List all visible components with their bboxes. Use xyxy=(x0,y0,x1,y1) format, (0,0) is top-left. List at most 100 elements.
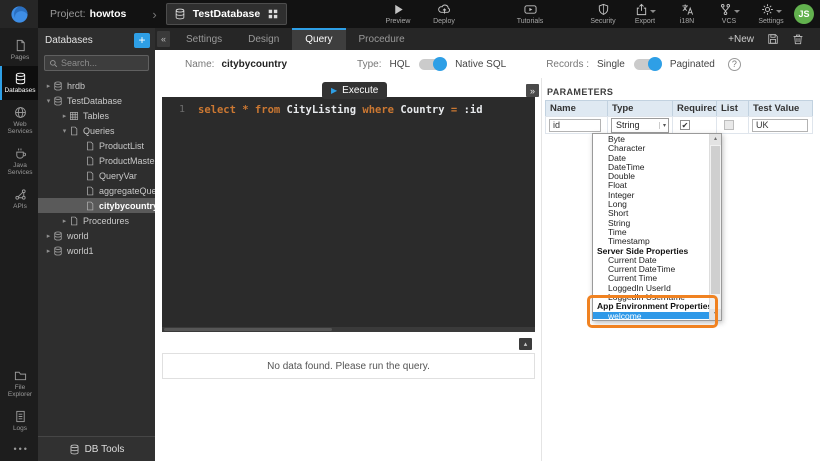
param-type-value: String xyxy=(616,120,640,130)
rail-spacer xyxy=(0,215,38,362)
type-label: Type: xyxy=(357,59,381,70)
sql-editor[interactable]: 1 select * from CityListing where Countr… xyxy=(162,97,535,332)
expand-arrow-icon[interactable]: ▸ xyxy=(44,232,53,240)
page-icon xyxy=(14,39,27,52)
chevron-down-icon xyxy=(734,10,740,13)
tree-item-hrdb[interactable]: ▸ hrdb xyxy=(38,78,155,93)
export-button[interactable]: Export xyxy=(628,3,662,25)
database-icon xyxy=(53,81,63,91)
sidebar-item-databases[interactable]: Databases xyxy=(0,66,38,99)
tree-item-queryvar[interactable]: QueryVar xyxy=(38,168,155,183)
tree-item-citybycountry[interactable]: citybycountry xyxy=(38,198,155,213)
db-tools-button[interactable]: DB Tools xyxy=(38,436,155,461)
scroll-up-icon[interactable]: ▴ xyxy=(710,134,721,145)
tree-item-productmasterlist[interactable]: ProductMasterList xyxy=(38,153,155,168)
query-toolbar: Name: citybycountry Type: HQL Native SQL… xyxy=(155,50,820,78)
project-name: howtos xyxy=(90,8,127,20)
tree-item-aggregatequery[interactable]: aggregateQuery xyxy=(38,183,155,198)
sql-token-keyword: from xyxy=(255,104,287,116)
document-icon xyxy=(14,410,27,423)
collapse-panel-icon[interactable]: « xyxy=(157,31,170,47)
execute-play-icon: ▶ xyxy=(331,86,337,95)
select-arrow-icon: ▾ xyxy=(659,122,666,129)
tree-item-tables[interactable]: ▸Tables xyxy=(38,108,155,123)
dropdown-scrollbar[interactable]: ▴ ▾ xyxy=(709,134,721,320)
database-selector-tab[interactable]: TestDatabase xyxy=(166,3,288,25)
param-name-input[interactable] xyxy=(549,119,601,132)
help-icon[interactable]: ? xyxy=(728,58,741,71)
tree-item-testdatabase[interactable]: ▾TestDatabase xyxy=(38,93,155,108)
list-checkbox[interactable] xyxy=(724,120,734,130)
dropdown-option-welcome[interactable]: welcome xyxy=(593,312,709,319)
results-placeholder: No data found. Please run the query. xyxy=(162,353,535,379)
file-icon xyxy=(69,126,79,136)
records-option-single[interactable]: Single xyxy=(597,59,625,70)
sidebar-item-pages[interactable]: Pages xyxy=(0,33,38,66)
sql-code-line[interactable]: select * from CityListing where Country … xyxy=(198,104,532,116)
collapse-results-icon[interactable]: ▴ xyxy=(519,338,532,350)
workspace: « SettingsDesignQueryProcedure +New Name… xyxy=(155,28,820,461)
tab-query[interactable]: Query xyxy=(292,28,345,50)
floppy-icon[interactable] xyxy=(767,33,779,45)
tree-item-procedures[interactable]: ▸Procedures xyxy=(38,213,155,228)
expand-arrow-icon[interactable]: ▸ xyxy=(44,82,53,90)
i18n-button[interactable]: i18N xyxy=(670,3,704,25)
tab-procedure[interactable]: Procedure xyxy=(346,28,418,50)
tree-item-productlist[interactable]: ProductList xyxy=(38,138,155,153)
scroll-down-icon[interactable]: ▾ xyxy=(710,309,721,320)
tree-item-world1[interactable]: ▸world1 xyxy=(38,243,155,258)
sidebar-item-label: File Explorer xyxy=(3,384,37,399)
action-label: Settings xyxy=(758,18,783,25)
coffee-icon xyxy=(14,147,27,160)
trash-icon[interactable] xyxy=(792,33,804,45)
app-logo[interactable] xyxy=(0,0,38,28)
type-toggle[interactable] xyxy=(419,59,445,70)
tutorials-button[interactable]: Tutorials xyxy=(513,3,547,25)
sidebar-item-web-services[interactable]: Web Services xyxy=(0,100,38,141)
collapse-arrow-icon[interactable]: ▾ xyxy=(60,127,69,135)
tree-item-queries[interactable]: ▾Queries xyxy=(38,123,155,138)
vcs-button[interactable]: VCS xyxy=(712,3,746,25)
expand-arrow-icon[interactable]: ▸ xyxy=(60,217,69,225)
type-option-native-sql[interactable]: Native SQL xyxy=(455,59,506,70)
sidebar-item-java-services[interactable]: Java Services xyxy=(0,141,38,182)
expand-params-icon[interactable]: » xyxy=(526,84,539,97)
new-query-button[interactable]: +New xyxy=(728,34,754,45)
search-box[interactable] xyxy=(44,55,149,71)
tab-settings[interactable]: Settings xyxy=(173,28,235,50)
sql-token-identifier: Country xyxy=(400,104,451,116)
toggle-knob xyxy=(433,57,447,71)
search-input[interactable] xyxy=(61,58,144,68)
tabbar-actions: +New xyxy=(728,28,820,50)
sidebar-item-more[interactable]: ••• xyxy=(0,437,38,461)
settings-button[interactable]: Settings xyxy=(754,3,788,25)
add-database-button[interactable]: + xyxy=(134,33,150,48)
user-avatar[interactable]: JS xyxy=(794,4,814,24)
execute-button[interactable]: ▶ Execute xyxy=(322,82,387,99)
records-option-paginated[interactable]: Paginated xyxy=(670,59,715,70)
tree-item-label: hrdb xyxy=(67,81,85,91)
wavemaker-logo-icon xyxy=(10,5,29,24)
editor-horizontal-scrollbar[interactable] xyxy=(162,327,535,332)
preview-button[interactable]: Preview xyxy=(381,3,415,25)
records-toggle[interactable] xyxy=(634,59,660,70)
type-option-hql[interactable]: HQL xyxy=(390,59,411,70)
action-icon-row xyxy=(438,3,451,16)
tree-item-label: ProductList xyxy=(99,141,144,151)
required-checkbox[interactable]: ✔ xyxy=(680,120,690,130)
expand-arrow-icon[interactable]: ▸ xyxy=(60,112,69,120)
tab-design[interactable]: Design xyxy=(235,28,292,50)
sidebar-item-apis[interactable]: APIs xyxy=(0,182,38,215)
deploy-button[interactable]: Deploy xyxy=(427,3,461,25)
sidebar-item-logs[interactable]: Logs xyxy=(0,404,38,437)
sidebar-item-file-explorer[interactable]: File Explorer xyxy=(0,363,38,404)
tree-item-world[interactable]: ▸world xyxy=(38,228,155,243)
file-icon xyxy=(85,156,95,166)
param-type-select[interactable]: String ▾ xyxy=(611,118,669,133)
collapse-arrow-icon[interactable]: ▾ xyxy=(44,97,53,105)
security-button[interactable]: Security xyxy=(586,3,620,25)
param-test-value-input[interactable] xyxy=(752,119,808,132)
scrollbar-thumb[interactable] xyxy=(164,328,332,331)
dropdown-scrollbar-thumb[interactable] xyxy=(711,146,720,294)
expand-arrow-icon[interactable]: ▸ xyxy=(44,247,53,255)
